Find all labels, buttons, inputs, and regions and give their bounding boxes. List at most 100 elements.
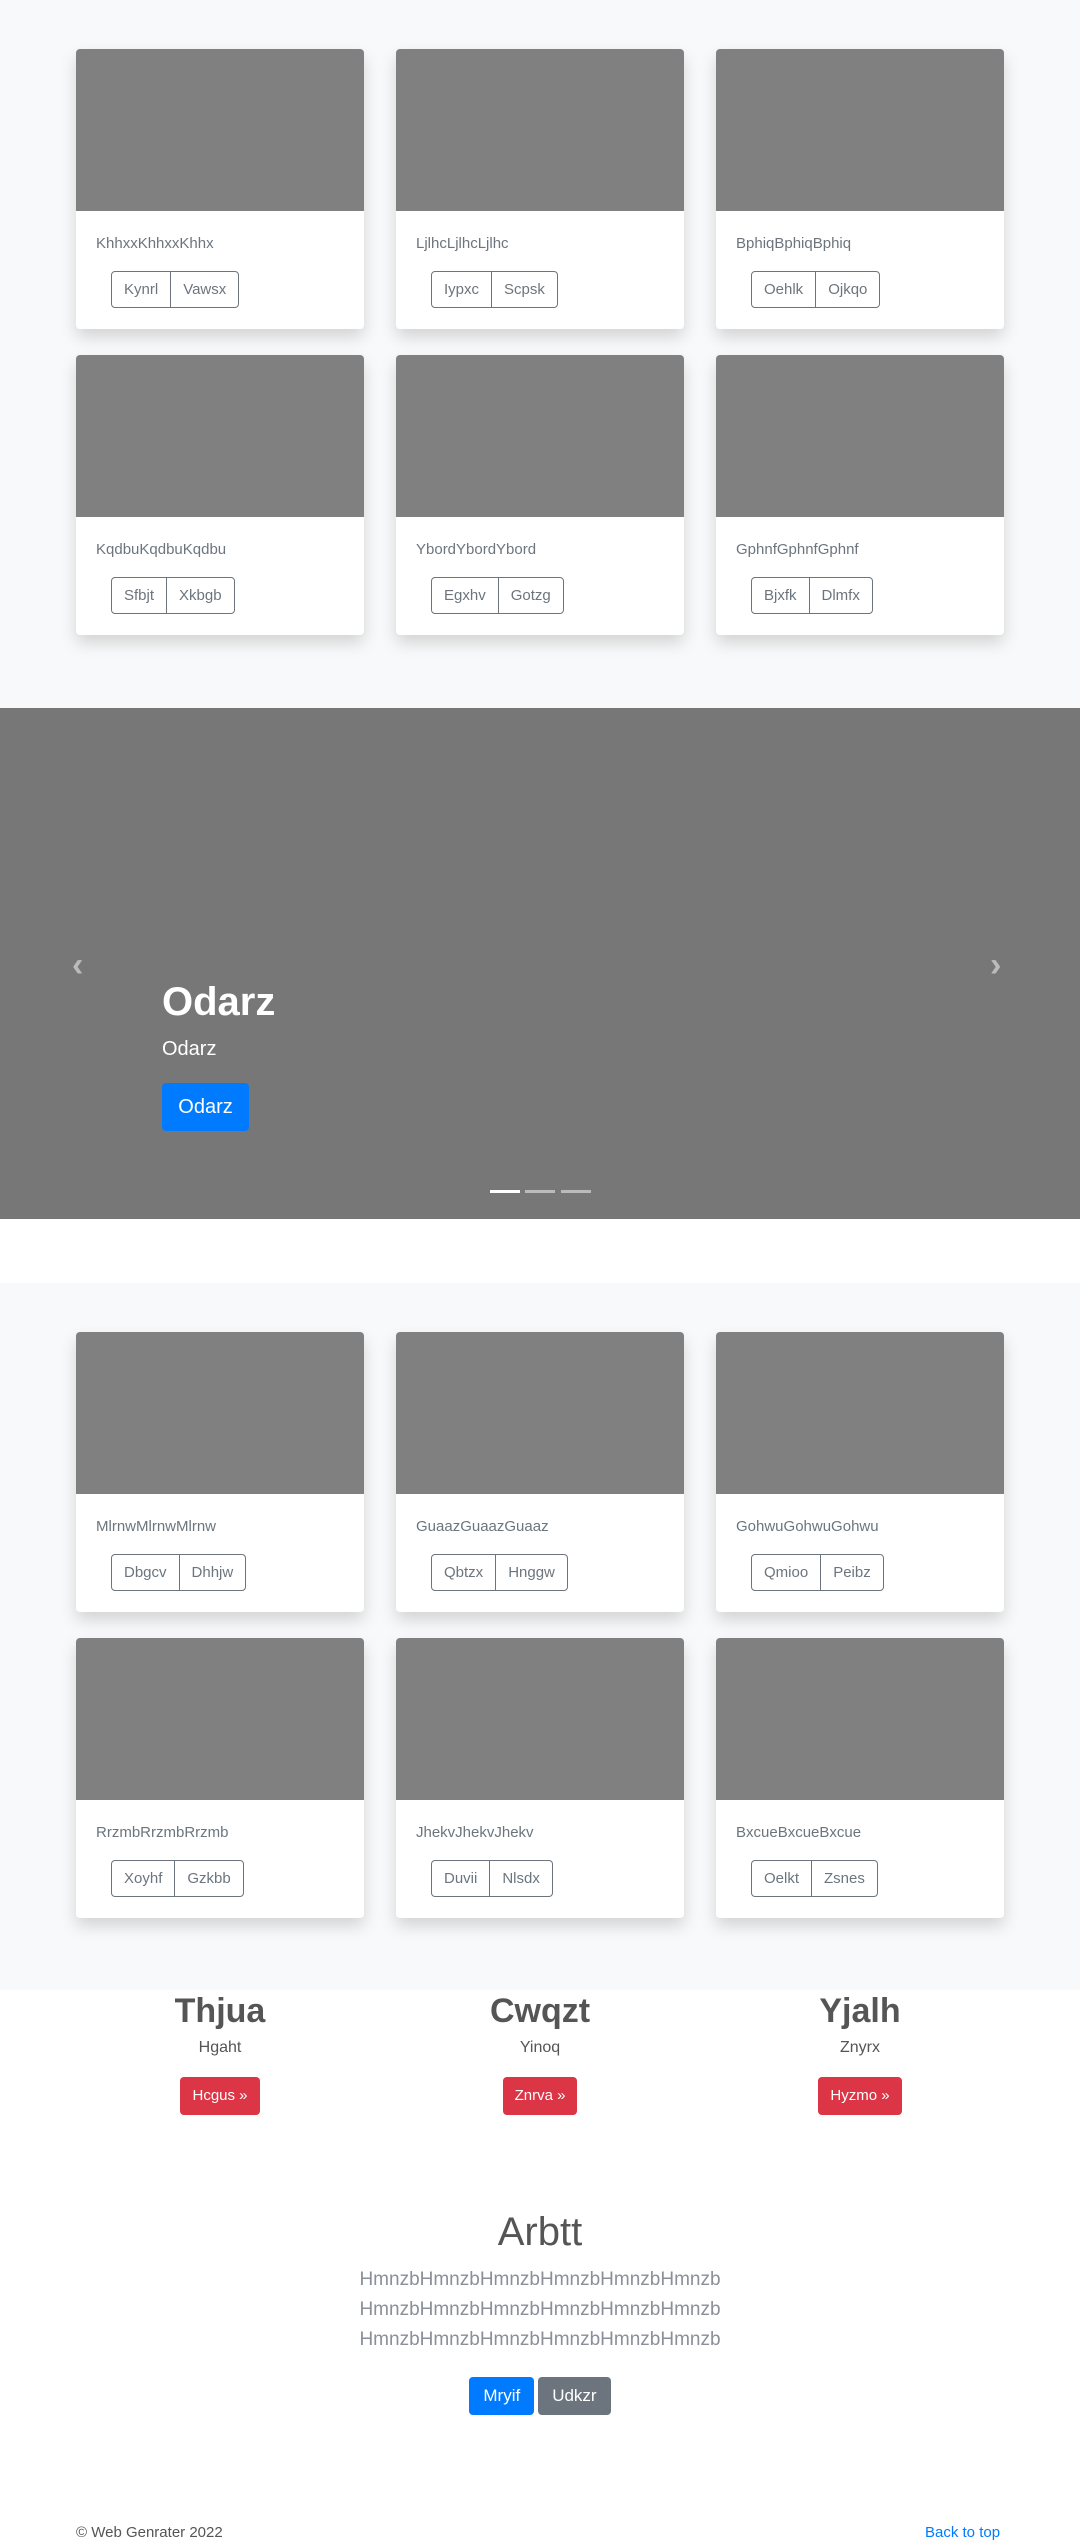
card-image-placeholder: [716, 355, 1004, 517]
card-text: RrzmbRrzmbRrzmb: [96, 1824, 229, 1841]
hero-line: HmnzbHmnzbHmnzbHmnzbHmnzbHmnzb: [359, 2269, 721, 2290]
card: GuaazGuaazGuaaz Qbtzx Hnggw: [396, 1332, 684, 1612]
jumbotron: Arbtt HmnzbHmnzbHmnzbHmnzbHmnzbHmnzb Hmn…: [0, 2210, 1080, 2415]
carousel-indicator[interactable]: [525, 1190, 555, 1193]
card-button[interactable]: Dhhjw: [178, 1555, 246, 1590]
card: MlrnwMlrnwMlrnw Dbgcv Dhhjw: [76, 1332, 364, 1612]
column-button[interactable]: Hcgus »: [180, 2077, 260, 2115]
column-button[interactable]: Hyzmo »: [818, 2077, 902, 2115]
card-image-placeholder: [396, 355, 684, 517]
card-button-group: Egxhv Gotzg: [431, 577, 564, 614]
card-button-group: Qmioo Peibz: [751, 1554, 884, 1591]
card-button-group: Oelkt Zsnes: [751, 1860, 878, 1897]
card: BphiqBphiqBphiq Oehlk Ojkqo: [716, 49, 1004, 329]
card-image-placeholder: [396, 49, 684, 211]
carousel-prev-icon[interactable]: ‹: [72, 946, 83, 985]
card: JhekvJhekvJhekv Duvii Nlsdx: [396, 1638, 684, 1918]
card-button[interactable]: Dlmfx: [808, 578, 872, 613]
card-button[interactable]: Egxhv: [432, 578, 498, 613]
back-to-top-link[interactable]: Back to top: [925, 2524, 1000, 2541]
card-button-group: Iypxc Scpsk: [431, 271, 558, 308]
card-button[interactable]: Qmioo: [752, 1555, 820, 1590]
card-button-group: Bjxfk Dlmfx: [751, 577, 873, 614]
card-button[interactable]: Hnggw: [495, 1555, 567, 1590]
carousel: ‹ › Odarz Odarz Odarz: [0, 708, 1080, 1219]
card-image-placeholder: [76, 49, 364, 211]
card-image-placeholder: [76, 1638, 364, 1800]
card-button[interactable]: Gotzg: [497, 578, 563, 613]
primary-button[interactable]: Mryif: [469, 2377, 535, 2415]
card-section-1: KhhxxKhhxxKhhx Kynrl Vawsx LjlhcLjlhcLjl…: [0, 0, 1080, 708]
card: KhhxxKhhxxKhhx Kynrl Vawsx: [76, 49, 364, 329]
card-button[interactable]: Peibz: [820, 1555, 883, 1590]
card: KqdbuKqdbuKqdbu Sfbjt Xkbgb: [76, 355, 364, 635]
card: GohwuGohwuGohwu Qmioo Peibz: [716, 1332, 1004, 1612]
card-text: JhekvJhekvJhekv: [416, 1824, 534, 1841]
carousel-indicator[interactable]: [561, 1190, 591, 1193]
carousel-button[interactable]: Odarz: [162, 1083, 249, 1131]
card-text: KqdbuKqdbuKqdbu: [96, 541, 227, 558]
card-button[interactable]: Qbtzx: [432, 1555, 495, 1590]
card-image-placeholder: [716, 49, 1004, 211]
card-button[interactable]: Xoyhf: [112, 1861, 174, 1896]
card-button[interactable]: Ojkqo: [815, 272, 879, 307]
carousel-title: Odarz: [162, 980, 276, 1024]
card-image-placeholder: [716, 1332, 1004, 1494]
card-text: GphnfGphnfGphnf: [736, 541, 859, 558]
card-button-group: Duvii Nlsdx: [431, 1860, 553, 1897]
card-button[interactable]: Sfbjt: [112, 578, 166, 613]
card-text: LjlhcLjlhcLjlhc: [416, 235, 509, 252]
card-image-placeholder: [396, 1332, 684, 1494]
hero-title: Arbtt: [497, 2210, 583, 2254]
card-button[interactable]: Bjxfk: [752, 578, 809, 613]
card-image-placeholder: [76, 355, 364, 517]
column-title: Yjalh: [819, 1992, 901, 2030]
card-button[interactable]: Oehlk: [752, 272, 815, 307]
card-section-2: MlrnwMlrnwMlrnw Dbgcv Dhhjw GuaazGuaazGu…: [0, 1283, 1080, 1990]
card-button[interactable]: Vawsx: [170, 272, 238, 307]
feature-column: Thjua Hgaht Hcgus »: [50, 1990, 390, 2115]
card-text: BxcueBxcueBxcue: [736, 1824, 862, 1841]
card-text: GohwuGohwuGohwu: [736, 1518, 879, 1535]
feature-column: Cwqzt Yinoq Znrva »: [370, 1990, 710, 2115]
card-button-group: Dbgcv Dhhjw: [111, 1554, 247, 1591]
copyright: © Web Genrater 2022: [76, 2524, 223, 2541]
card-button[interactable]: Zsnes: [811, 1861, 877, 1896]
column-text: Hgaht: [198, 2039, 242, 2056]
card-button-group: Oehlk Ojkqo: [751, 271, 881, 308]
secondary-button[interactable]: Udkzr: [538, 2377, 611, 2415]
card-text: BphiqBphiqBphiq: [736, 235, 852, 252]
carousel-next-icon[interactable]: ›: [990, 946, 1001, 985]
card-text: MlrnwMlrnwMlrnw: [96, 1518, 216, 1535]
column-title: Thjua: [174, 1992, 266, 2030]
card-text: KhhxxKhhxxKhhx: [96, 235, 214, 252]
card-button[interactable]: Iypxc: [432, 272, 491, 307]
feature-column: Yjalh Znyrx Hyzmo »: [690, 1990, 1030, 2115]
card-button[interactable]: Gzkbb: [174, 1861, 242, 1896]
card-button[interactable]: Duvii: [432, 1861, 489, 1896]
card-button[interactable]: Kynrl: [112, 272, 170, 307]
column-text: Znyrx: [840, 2039, 880, 2056]
card-button[interactable]: Dbgcv: [112, 1555, 179, 1590]
carousel-subtitle: Odarz: [162, 1038, 217, 1060]
card-button[interactable]: Nlsdx: [489, 1861, 552, 1896]
card-button-group: Sfbjt Xkbgb: [111, 577, 235, 614]
card-text: YbordYbordYbord: [416, 541, 537, 558]
hero-line: HmnzbHmnzbHmnzbHmnzbHmnzbHmnzb: [359, 2329, 721, 2350]
column-button[interactable]: Znrva »: [502, 2077, 578, 2115]
card-button-group: Qbtzx Hnggw: [431, 1554, 568, 1591]
card: LjlhcLjlhcLjlhc Iypxc Scpsk: [396, 49, 684, 329]
card-button[interactable]: Xkbgb: [166, 578, 234, 613]
card-button-group: Kynrl Vawsx: [111, 271, 240, 308]
card-text: GuaazGuaazGuaaz: [416, 1518, 549, 1535]
card-button[interactable]: Scpsk: [491, 272, 557, 307]
card: GphnfGphnfGphnf Bjxfk Dlmfx: [716, 355, 1004, 635]
card: RrzmbRrzmbRrzmb Xoyhf Gzkbb: [76, 1638, 364, 1918]
card: YbordYbordYbord Egxhv Gotzg: [396, 355, 684, 635]
card-image-placeholder: [76, 1332, 364, 1494]
card-button[interactable]: Oelkt: [752, 1861, 811, 1896]
hero-line: HmnzbHmnzbHmnzbHmnzbHmnzbHmnzb: [359, 2299, 721, 2320]
carousel-indicator[interactable]: [490, 1190, 520, 1193]
column-text: Yinoq: [519, 2039, 561, 2056]
card-image-placeholder: [396, 1638, 684, 1800]
